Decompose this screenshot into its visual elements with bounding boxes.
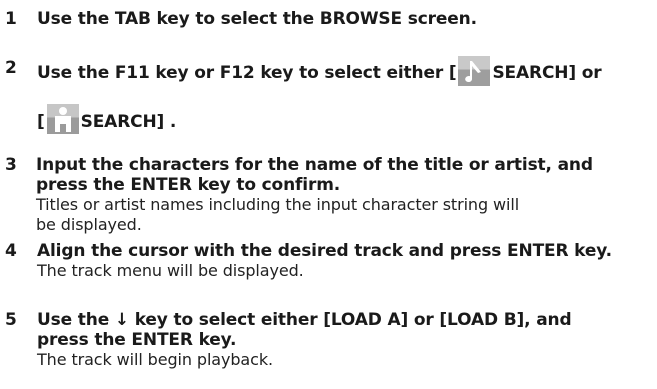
step-description: The track will begin playback. <box>37 350 273 369</box>
step-number: 3 <box>5 155 17 175</box>
step-instruction: Input the characters for the name of the… <box>36 155 593 175</box>
step-number: 5 <box>5 310 17 330</box>
step-instruction: Use the ↓ key to select either [LOAD A] … <box>37 310 572 330</box>
step-instruction-continued: press the ENTER key. <box>37 330 237 350</box>
music-note-icon <box>458 56 491 86</box>
step-number: 2 <box>5 58 17 78</box>
step-description-continued: be displayed. <box>36 215 142 234</box>
step-instruction-continued: [SEARCH] . <box>37 104 655 137</box>
step-instruction: Use the F11 key or F12 key to select eit… <box>37 56 655 88</box>
step-number: 1 <box>5 9 17 29</box>
step-instruction: Align the cursor with the desired track … <box>37 241 612 261</box>
step-number: 4 <box>5 241 17 261</box>
step-instruction: Use the TAB key to select the BROWSE scr… <box>37 9 477 29</box>
step-description: Titles or artist names including the inp… <box>36 195 520 214</box>
artist-icon <box>46 104 79 134</box>
step-instruction-continued: press the ENTER key to confirm. <box>36 175 341 195</box>
step-description: The track menu will be displayed. <box>37 261 304 280</box>
